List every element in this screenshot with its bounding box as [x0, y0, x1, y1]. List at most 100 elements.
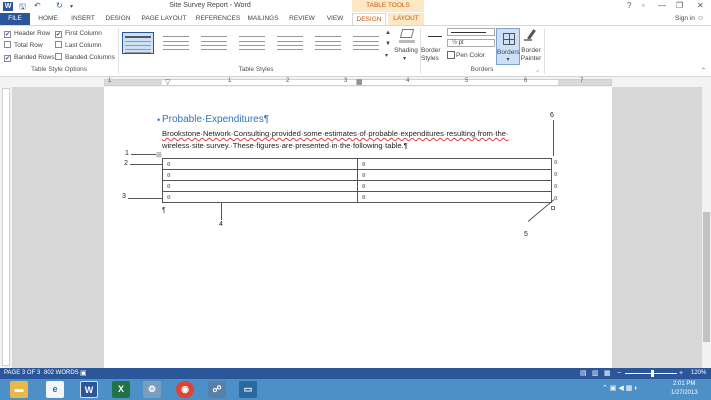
network-app-icon[interactable]: ☍: [208, 381, 226, 398]
total-row-checkbox[interactable]: Total Row: [4, 41, 43, 52]
tab-insert[interactable]: INSERT: [66, 13, 100, 25]
user-icon[interactable]: ☺: [697, 15, 704, 22]
dropdown-arrow-icon[interactable]: ▾: [403, 55, 406, 62]
word-taskbar-icon[interactable]: W: [80, 381, 98, 398]
column-marker-icon[interactable]: ▦: [356, 78, 363, 86]
checkmark-icon: ✔: [4, 55, 11, 62]
help-icon[interactable]: ?: [627, 1, 631, 10]
proofing-icon[interactable]: ▣: [80, 368, 87, 379]
tab-table-design[interactable]: DESIGN: [352, 13, 386, 25]
first-column-checkbox[interactable]: ✔ First Column: [55, 29, 102, 40]
table-style-plain[interactable]: [274, 32, 306, 54]
pen-weight-dropdown[interactable]: ½ pt: [447, 39, 495, 47]
tab-table-layout[interactable]: LAYOUT: [388, 13, 424, 25]
callout-line: [128, 198, 162, 199]
table-cell[interactable]: ¤: [162, 191, 358, 203]
table-style-plain[interactable]: [160, 32, 192, 54]
paragraph-line[interactable]: wireless·site·survey.·These·figures·are·…: [162, 141, 408, 150]
table-style-plain[interactable]: [312, 32, 344, 54]
scroll-up-icon[interactable]: ▲: [385, 30, 391, 36]
last-column-checkbox[interactable]: Last Column: [55, 41, 102, 52]
tab-view[interactable]: VIEW: [322, 13, 348, 25]
tab-design[interactable]: DESIGN: [102, 13, 134, 25]
minimize-icon[interactable]: —: [658, 1, 666, 10]
chrome-icon[interactable]: ◉: [176, 381, 194, 398]
banded-rows-checkbox[interactable]: ✔ Banded Rows: [4, 53, 54, 64]
table-tools-label: TABLE TOOLS: [352, 0, 424, 12]
page-indicator[interactable]: PAGE 3 OF 3: [4, 368, 40, 379]
table-cell[interactable]: ¤: [162, 158, 358, 170]
checkmark-icon: ✔: [4, 31, 11, 38]
remote-desktop-icon[interactable]: ▭: [239, 381, 257, 398]
table-style-plain[interactable]: [236, 32, 268, 54]
web-layout-icon[interactable]: ▦: [604, 368, 611, 379]
border-styles-button[interactable]: Border Styles: [421, 47, 445, 63]
table-cell[interactable]: ¤: [357, 158, 552, 170]
tab-references[interactable]: REFERENCES: [193, 13, 243, 25]
table-cell[interactable]: ¤: [162, 169, 358, 181]
table-cell[interactable]: ¤: [162, 180, 358, 192]
ruler-number: 1: [228, 78, 232, 84]
row-end-mark: ¤: [554, 159, 558, 166]
zoom-slider-thumb[interactable]: [651, 370, 654, 377]
border-styles-icon[interactable]: [428, 36, 442, 37]
ruler-number: 6: [524, 78, 528, 84]
header-row-checkbox[interactable]: ✔ Header Row: [4, 29, 50, 40]
tray-icons[interactable]: ⌃ ▣ ◀ ▦ ◐: [602, 384, 638, 392]
print-layout-icon[interactable]: ▥: [592, 368, 599, 379]
shading-button[interactable]: Shading: [392, 47, 420, 55]
tab-file[interactable]: FILE: [0, 13, 30, 25]
callout-number: 1: [125, 150, 129, 157]
clock-date[interactable]: 1/27/2013: [671, 390, 698, 396]
internet-explorer-icon[interactable]: e: [46, 381, 64, 398]
ruler-number: 2: [286, 78, 290, 84]
ribbon-display-options-icon[interactable]: ▫: [642, 1, 645, 10]
scrollbar-thumb[interactable]: [703, 212, 710, 342]
indent-marker-icon[interactable]: ▽: [165, 78, 170, 86]
more-styles-icon[interactable]: ▾: [385, 52, 388, 59]
table-style-plain[interactable]: [350, 32, 382, 54]
borders-label: Borders: [497, 49, 520, 56]
control-panel-icon[interactable]: ⚙: [143, 381, 161, 398]
tab-home[interactable]: HOME: [34, 13, 62, 25]
clock-time[interactable]: 2:01 PM: [673, 381, 695, 387]
tab-review[interactable]: REVIEW: [286, 13, 318, 25]
zoom-in-icon[interactable]: +: [679, 368, 683, 379]
table-resize-handle[interactable]: [551, 206, 555, 210]
ruler-number: 5: [465, 78, 469, 84]
table-row: ¤ ¤: [162, 191, 552, 203]
row-end-mark: ¤: [554, 195, 558, 202]
callout-number: 3: [122, 193, 126, 200]
table-cell[interactable]: ¤: [357, 169, 552, 181]
sign-in-link[interactable]: Sign in: [675, 13, 695, 25]
table-style-plain[interactable]: [198, 32, 230, 54]
dialog-launcher-icon[interactable]: ⌟: [536, 66, 539, 73]
close-icon[interactable]: ✕: [697, 1, 704, 10]
section-heading[interactable]: Probable·Expenditures¶: [162, 114, 269, 125]
collapse-ribbon-icon[interactable]: ⌃: [701, 67, 706, 74]
document-table[interactable]: ¤ ¤ ¤ ¤ ¤ ¤ ¤ ¤: [162, 158, 552, 203]
line-style-dropdown[interactable]: [447, 28, 495, 36]
restore-icon[interactable]: ❐: [676, 1, 683, 10]
table-move-handle-icon[interactable]: ⊞: [156, 151, 162, 159]
zoom-level[interactable]: 120%: [691, 368, 706, 379]
read-mode-icon[interactable]: ▤: [580, 368, 587, 379]
table-cell[interactable]: ¤: [357, 191, 552, 203]
word-count[interactable]: 802 WORDS: [44, 368, 79, 379]
table-style-grid[interactable]: [122, 32, 154, 54]
banded-columns-checkbox[interactable]: Banded Columns: [55, 53, 115, 64]
paragraph-line[interactable]: Brookstone·Network·Consulting·provided·s…: [162, 129, 509, 138]
row-end-mark: ¤: [554, 171, 558, 178]
excel-taskbar-icon[interactable]: X: [112, 381, 130, 398]
table-cell[interactable]: ¤: [357, 180, 552, 192]
zoom-out-icon[interactable]: −: [617, 368, 621, 379]
borders-button[interactable]: Borders ▾: [496, 28, 520, 65]
tab-mailings[interactable]: MAILINGS: [244, 13, 282, 25]
scroll-down-icon[interactable]: ▼: [385, 41, 391, 47]
border-painter-button[interactable]: Border Painter: [520, 47, 542, 63]
file-explorer-icon[interactable]: ▬: [10, 381, 28, 398]
shading-icon[interactable]: [397, 28, 417, 44]
ruler-margin-right: [558, 80, 611, 85]
tab-page-layout[interactable]: PAGE LAYOUT: [138, 13, 190, 25]
pen-color-button[interactable]: Pen Color: [456, 52, 496, 60]
